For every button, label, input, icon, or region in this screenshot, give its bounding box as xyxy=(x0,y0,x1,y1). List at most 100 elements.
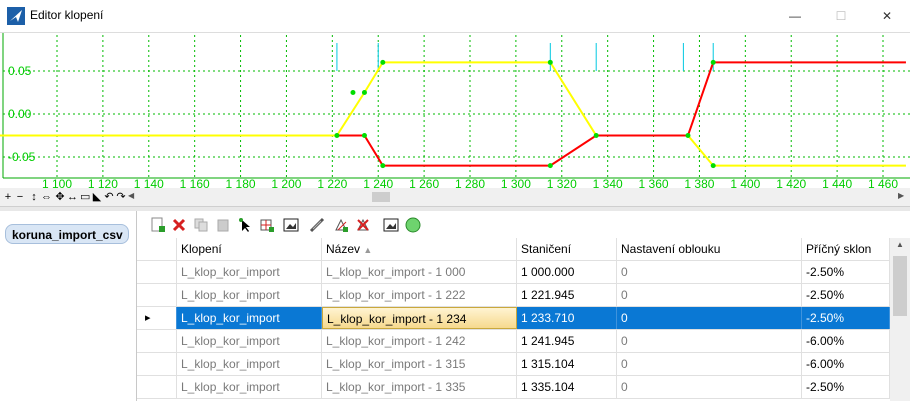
zoom-out-icon[interactable]: − xyxy=(15,191,25,203)
cell-staniceni[interactable]: 1 241.945 xyxy=(517,330,617,352)
cell-sklon[interactable]: -2.50% xyxy=(802,376,890,398)
cell-sklon[interactable]: -2.50% xyxy=(802,261,890,283)
cell-sklon[interactable]: -6.00% xyxy=(802,330,890,352)
vertical-scrollbar[interactable]: ▲ xyxy=(890,238,910,401)
fit-all-icon[interactable]: ✥ xyxy=(55,191,65,203)
y-tick-label: 0.05 xyxy=(8,64,32,78)
column-staniceni[interactable]: Staničení xyxy=(517,238,617,260)
title-bar: Editor klopení — ☐ ✕ xyxy=(0,0,910,32)
fit-vertical-icon[interactable]: ↕ xyxy=(29,191,39,203)
cell-nazev[interactable]: L_klop_kor_import - 1 222 xyxy=(322,284,517,306)
row-selector-arrow-icon[interactable]: ▸ xyxy=(137,307,177,329)
cell-klopeni[interactable]: L_klop_kor_import xyxy=(177,307,322,329)
zoom-in-icon[interactable]: + xyxy=(3,191,13,203)
cell-nastaveni[interactable]: 0 xyxy=(617,307,802,329)
cell-staniceni[interactable]: 1 335.104 xyxy=(517,376,617,398)
graph-icon[interactable]: ◣ xyxy=(92,191,102,203)
pan-icon[interactable]: ↔ xyxy=(67,191,78,203)
y-tick-label: 0.00 xyxy=(8,107,32,121)
cell-nazev[interactable]: L_klop_kor_import - 1 242 xyxy=(322,330,517,352)
view-image-icon[interactable] xyxy=(383,217,399,233)
insert-point-icon[interactable] xyxy=(259,217,275,233)
table-header: Klopení Název ▲ Staničení Nastavení oblo… xyxy=(137,238,890,261)
measure-icon[interactable] xyxy=(309,217,325,233)
row-selector[interactable] xyxy=(137,261,177,283)
data-point xyxy=(361,90,367,95)
paste-icon[interactable] xyxy=(215,217,231,233)
superelevation-chart[interactable]: 1 100 1 120 1 140 1 160 1 180 1 200 1 220 1 240… xyxy=(0,32,910,191)
cell-sklon[interactable]: -2.50% xyxy=(802,307,890,329)
cell-nastaveni[interactable]: 0 xyxy=(617,261,802,283)
window-title: Editor klopení xyxy=(30,8,104,22)
cell-nastaveni[interactable]: 0 xyxy=(617,376,802,398)
cell-klopeni[interactable]: L_klop_kor_import xyxy=(177,330,322,352)
select-pointer-icon[interactable] xyxy=(237,217,253,233)
row-selector[interactable] xyxy=(137,284,177,306)
cell-nazev[interactable]: L_klop_kor_import - 1 000 xyxy=(322,261,517,283)
column-klopeni[interactable]: Klopení xyxy=(177,238,322,260)
cell-nazev[interactable]: L_klop_kor_import - 1 234 xyxy=(322,307,517,329)
cell-nastaveni[interactable]: 0 xyxy=(617,284,802,306)
cell-staniceni[interactable]: 1 233.710 xyxy=(517,307,617,329)
table-row[interactable]: ▸ L_klop_kor_import L_klop_kor_import - 1 … xyxy=(137,307,890,330)
new-row-icon[interactable] xyxy=(150,217,166,233)
table-row[interactable]: L_klop_kor_import L_klop_kor_import - 1 2… xyxy=(137,284,890,307)
horizontal-scrollbar-thumb[interactable] xyxy=(372,192,390,202)
cell-nazev[interactable]: L_klop_kor_import - 1 315 xyxy=(322,353,517,375)
row-selector[interactable] xyxy=(137,330,177,352)
table-row[interactable]: L_klop_kor_import L_klop_kor_import - 1 2… xyxy=(137,330,890,353)
cell-nastaveni[interactable]: 0 xyxy=(617,330,802,352)
data-point xyxy=(350,90,356,95)
data-point xyxy=(334,133,340,138)
superelevation-table: Klopení Název ▲ Staničení Nastavení oblo… xyxy=(137,238,890,401)
cell-staniceni[interactable]: 1 221.945 xyxy=(517,284,617,306)
redo-icon[interactable]: ↷ xyxy=(116,191,126,203)
row-selector[interactable] xyxy=(137,353,177,375)
data-point xyxy=(685,133,691,138)
cell-nazev[interactable]: L_klop_kor_import - 1 335 xyxy=(322,376,517,398)
table-row[interactable]: L_klop_kor_import L_klop_kor_import - 1 3… xyxy=(137,353,890,376)
minimize-button[interactable]: — xyxy=(772,0,818,32)
maximize-button[interactable]: ☐ xyxy=(818,0,864,32)
cell-nastaveni[interactable]: 0 xyxy=(617,353,802,375)
cell-sklon[interactable]: -6.00% xyxy=(802,353,890,375)
data-point xyxy=(710,163,716,169)
sort-ascending-icon: ▲ xyxy=(363,245,373,255)
cell-klopeni[interactable]: L_klop_kor_import xyxy=(177,284,322,306)
close-button[interactable]: ✕ xyxy=(864,0,910,32)
data-point xyxy=(361,133,367,138)
row-selector[interactable] xyxy=(137,376,177,398)
vertical-scrollbar-thumb[interactable] xyxy=(893,256,907,316)
table-row[interactable]: L_klop_kor_import L_klop_kor_import - 1 3… xyxy=(137,376,890,399)
data-point xyxy=(593,133,599,138)
scroll-left-icon[interactable]: ◀ xyxy=(128,191,134,200)
chart-toolbar: + − ↕ ⇔ ✥ ↔ ▭ ◣ ↶ ↷ ◀ ▶ xyxy=(0,188,910,206)
data-point xyxy=(380,163,386,169)
image-icon[interactable] xyxy=(283,217,299,233)
cell-staniceni[interactable]: 1 000.000 xyxy=(517,261,617,283)
remove-points-icon[interactable] xyxy=(355,217,371,233)
window-icon[interactable]: ▭ xyxy=(80,191,90,203)
column-nastaveni-oblouku[interactable]: Nastavení oblouku xyxy=(617,238,802,260)
chart-canvas[interactable]: 1 100 1 120 1 140 1 160 1 180 1 200 1 220 1 240… xyxy=(0,33,910,191)
column-pricny-sklon[interactable]: Příčný sklon xyxy=(802,238,890,260)
delete-icon[interactable] xyxy=(171,217,187,233)
copy-icon[interactable] xyxy=(193,217,209,233)
fit-horizontal-icon[interactable]: ⇔ xyxy=(41,191,52,203)
status-circle-icon[interactable] xyxy=(405,217,421,233)
grid-toolbar xyxy=(137,211,910,237)
dataset-tab[interactable]: koruna_import_csv xyxy=(5,224,129,244)
cell-klopeni[interactable]: L_klop_kor_import xyxy=(177,261,322,283)
cell-klopeni[interactable]: L_klop_kor_import xyxy=(177,353,322,375)
scroll-right-icon[interactable]: ▶ xyxy=(898,191,904,200)
data-point xyxy=(710,59,716,65)
scroll-up-icon[interactable]: ▲ xyxy=(896,240,904,249)
column-nazev[interactable]: Název ▲ xyxy=(322,238,517,260)
series-left-line xyxy=(0,61,906,167)
table-row[interactable]: L_klop_kor_import L_klop_kor_import - 1 0… xyxy=(137,261,890,284)
edit-points-icon[interactable] xyxy=(333,217,349,233)
cell-sklon[interactable]: -2.50% xyxy=(802,284,890,306)
cell-klopeni[interactable]: L_klop_kor_import xyxy=(177,376,322,398)
cell-staniceni[interactable]: 1 315.104 xyxy=(517,353,617,375)
undo-icon[interactable]: ↶ xyxy=(104,191,114,203)
